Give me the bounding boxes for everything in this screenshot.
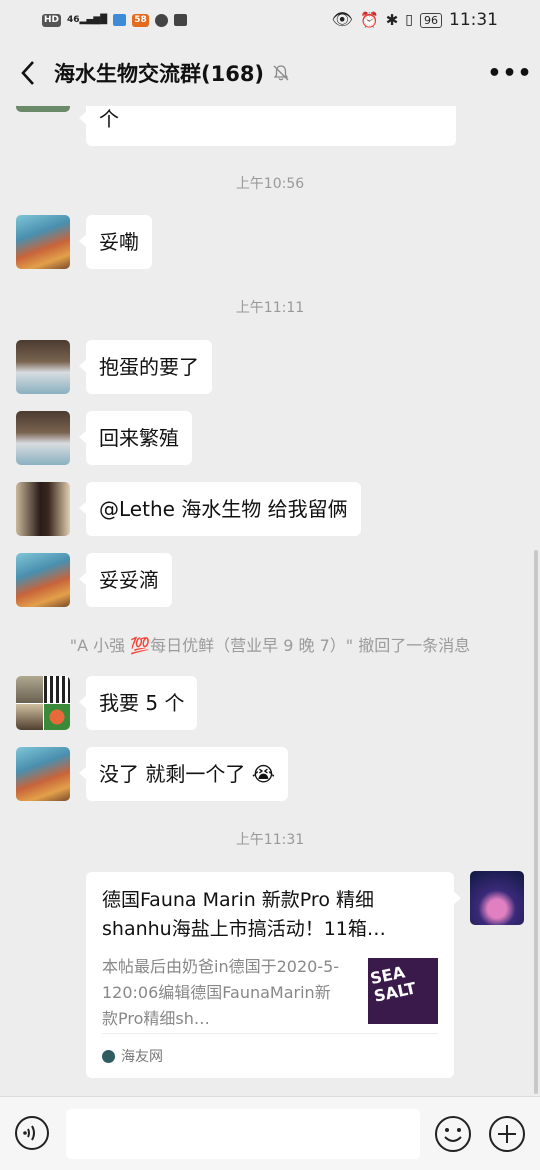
timestamp: 上午10:56 — [235, 176, 305, 192]
avatar-tile — [43, 703, 70, 730]
vibrate-icon: ▯ — [405, 12, 413, 28]
avatar[interactable] — [16, 553, 70, 607]
message-text: 没了 就剩一个了 😭 — [99, 762, 276, 786]
voice-input-icon[interactable] — [14, 1115, 50, 1151]
avatar[interactable] — [16, 106, 70, 112]
scrollbar[interactable] — [534, 550, 538, 1094]
chat-header: 海水生物交流群(168) ••• — [0, 40, 540, 106]
avatar[interactable] — [16, 411, 70, 465]
eye-icon: 👁 — [331, 10, 354, 30]
message-bubble[interactable]: 个 — [79, 106, 456, 146]
signal-icon: 46▂▄▆█ — [67, 15, 108, 25]
message-app-icon — [173, 14, 187, 26]
avatar[interactable] — [16, 747, 70, 801]
thumbnail-text: SEA SALT — [368, 962, 418, 1006]
message-text: 抱蛋的要了 — [99, 355, 199, 379]
avatar[interactable] — [16, 215, 70, 269]
timestamp: 上午11:31 — [235, 832, 305, 848]
chevron-left-icon — [21, 61, 34, 85]
avatar-tile — [16, 703, 43, 730]
message-text: @Lethe 海水生物 给我留俩 — [99, 497, 348, 521]
compass-icon — [154, 13, 168, 27]
source-name: 海友网 — [121, 1049, 163, 1065]
message-text: 个 — [99, 107, 119, 131]
message-text: 妥妥滴 — [99, 568, 159, 592]
back-button[interactable] — [0, 40, 56, 106]
timestamp: 上午11:11 — [235, 300, 305, 316]
message-bubble[interactable]: 我要 5 个 — [78, 676, 198, 730]
link-card-thumbnail: SEA SALT — [368, 958, 438, 1024]
message-text: 回来繁殖 — [99, 426, 179, 450]
source-logo-icon — [102, 1049, 115, 1063]
avatar-tile — [43, 676, 70, 703]
plus-icon[interactable] — [488, 1115, 526, 1153]
status-bar: HD 46▂▄▆█ 58 👁 ⏰ ✱ ▯ 96 11:31 — [0, 0, 540, 40]
message-text: 我要 5 个 — [99, 691, 185, 715]
alarm-icon: ⏰ — [360, 11, 379, 29]
hd-indicator: HD — [42, 13, 62, 27]
avatar[interactable] — [16, 340, 70, 394]
battery-indicator: 96 — [420, 12, 442, 28]
input-bar — [0, 1096, 540, 1170]
emoji-icon[interactable] — [434, 1115, 472, 1153]
my-avatar[interactable] — [470, 871, 524, 925]
message-bubble[interactable]: @Lethe 海水生物 给我留俩 — [79, 482, 361, 536]
message-bubble[interactable]: 妥妥滴 — [79, 553, 172, 607]
clock: 11:31 — [449, 10, 498, 30]
message-text: 妥嘞 — [99, 230, 139, 254]
status-left: HD 46▂▄▆█ 58 — [42, 13, 187, 27]
message-bubble[interactable]: 没了 就剩一个了 😭 — [78, 747, 289, 801]
message-bubble[interactable]: 抱蛋的要了 — [79, 340, 212, 394]
recall-notice: "A 小强 💯每日优鲜（营业早 9 晚 7）" 撤回了一条消息 — [69, 636, 471, 655]
app-notification-icon — [113, 14, 127, 26]
avatar[interactable] — [16, 482, 70, 536]
link-card-title: 德国Fauna Marin 新款Pro 精细shanhu海盐上市搞活动！11箱… — [102, 889, 386, 940]
bell-muted-icon — [273, 65, 289, 81]
link-card[interactable]: 德国Fauna Marin 新款Pro 精细shanhu海盐上市搞活动！11箱…… — [86, 872, 461, 1078]
link-card-source: 海友网 — [102, 1033, 438, 1078]
message-input[interactable] — [66, 1109, 420, 1159]
message-bubble[interactable]: 妥嘞 — [79, 215, 152, 269]
chat-messages[interactable]: 个 上午10:56 妥嘞 上午11:11 抱蛋的要了 回来繁殖 @Lethe 海… — [0, 106, 540, 1096]
bluetooth-icon: ✱ — [385, 11, 399, 29]
more-options-button[interactable]: ••• — [480, 40, 540, 106]
status-right: 👁 ⏰ ✱ ▯ 96 11:31 — [331, 10, 498, 30]
link-card-description: 本帖最后由奶爸in德国于2020-5-120:06编辑德国FaunaMarin新… — [102, 957, 340, 1028]
chat-title: 海水生物交流群(168) — [54, 62, 265, 86]
message-bubble[interactable]: 回来繁殖 — [79, 411, 192, 465]
group-avatar[interactable] — [16, 676, 70, 730]
app58-icon: 58 — [132, 13, 149, 27]
network-type: 46 — [67, 15, 80, 25]
avatar-tile — [16, 676, 43, 703]
